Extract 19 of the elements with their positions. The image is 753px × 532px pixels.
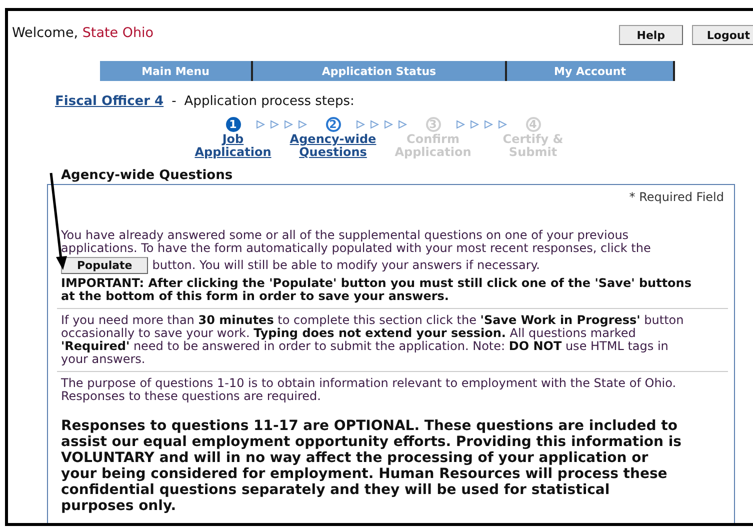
breadcrumb-link[interactable]: Fiscal Officer 4: [55, 94, 164, 109]
populate-button[interactable]: Populate: [61, 257, 148, 274]
step-label[interactable]: Job Application: [183, 133, 283, 159]
optional-notice: Responses to questions 11-17 are OPTIONAL. These questions are included to assist our equal employment opportunity efforts. Providing this information is VOLUNTARY and will in no way affect the processing of your application or your being considered for employment. Human Resources will process these confidential questions separately and they will be used for statistical purposes only.: [61, 418, 682, 514]
instruction-text: If you need more than 30 minutes to complete this section click the 'Save Work in Progress' button occasionally to save your work. Typing does not extend your session. All questions marked 'Required' need to be answered in order to submit the application. Note: DO NOT use HTML tags in your answers.: [61, 314, 685, 366]
section-title: Agency-wide Questions: [61, 168, 234, 183]
help-button[interactable]: Help: [618, 25, 683, 45]
instruction-text: The purpose of questions 1-10 is to obtain information relevant to employment with the State of Ohio. Responses to these questions are required.: [61, 377, 678, 403]
populate-notice: You have already answered some or all of the supplemental questions on one of your previous applications. To have the form automatically populated with your most recent responses, click the Populate button. You will still be able to modify your answers if necessary.: [61, 229, 652, 276]
required-note: * Required Field: [628, 191, 724, 204]
welcome-text: Welcome,: [12, 25, 78, 41]
user-name: State Ohio: [82, 25, 154, 41]
steps-heading: Application process steps:: [184, 94, 354, 109]
step-number: 1: [226, 117, 240, 132]
logout-button[interactable]: Logout: [692, 25, 753, 45]
separator-text: -: [172, 94, 176, 109]
step-number: 2: [326, 117, 340, 132]
step-label[interactable]: Agency-wide Questions: [283, 133, 383, 159]
important-notice: IMPORTANT: After clicking the 'Populate' button you must still click one of the 'Save' buttons at the bottom of this form in order to save your answers.: [61, 277, 692, 303]
